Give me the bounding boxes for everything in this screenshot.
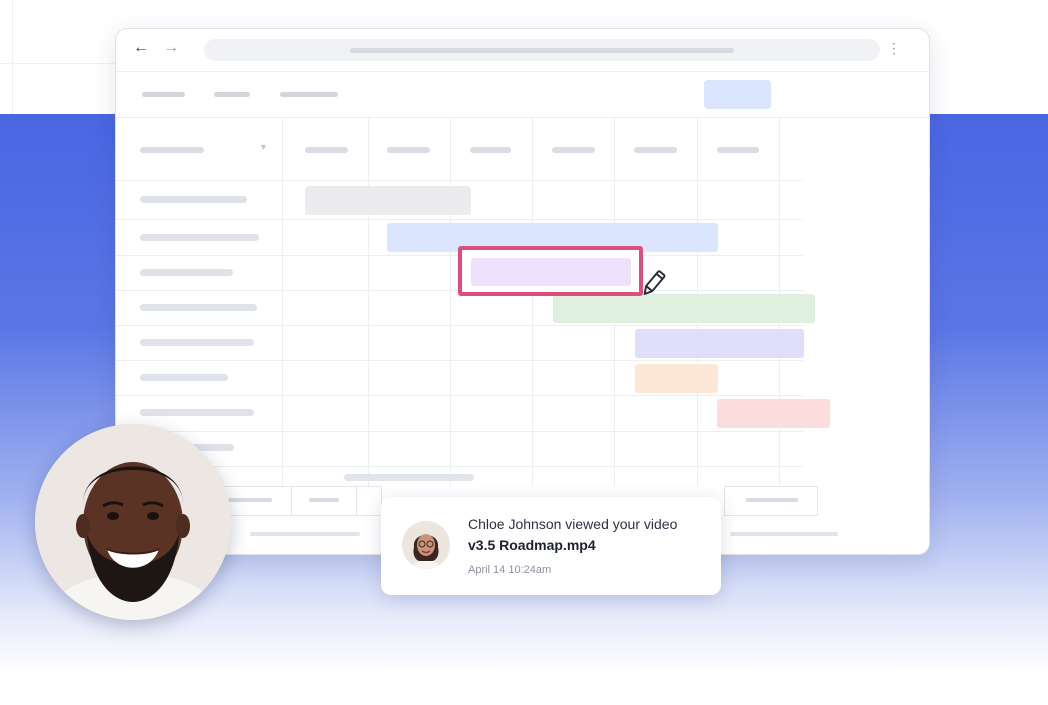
toolbar-action-button[interactable] [704, 80, 771, 109]
column-header-date [634, 147, 677, 153]
column-header-date [552, 147, 595, 153]
task-row-label[interactable] [140, 269, 233, 276]
notification-timestamp: April 14 10:24am [468, 564, 552, 576]
column-header-date [470, 147, 511, 153]
user-avatar [35, 424, 231, 620]
task-row-label[interactable] [140, 409, 254, 416]
selected-task-highlight[interactable] [458, 246, 643, 296]
activity-notification[interactable]: Chloe Johnson viewed your video v3.5 Roa… [381, 497, 721, 595]
file-name[interactable]: v3.5 Roadmap.mp4 [468, 537, 596, 553]
toolbar-item[interactable] [214, 92, 250, 97]
notification-text: Chloe Johnson viewed your video [468, 516, 678, 532]
browser-chrome: ← → ⋮ [116, 29, 929, 71]
task-row-label[interactable] [140, 196, 247, 203]
gantt-grid: ▼ [116, 117, 929, 554]
address-bar[interactable] [204, 39, 880, 61]
column-header-date [305, 147, 348, 153]
toolbar-item[interactable] [280, 92, 338, 97]
task-row-label[interactable] [140, 374, 228, 381]
task-row-label[interactable] [140, 339, 254, 346]
url-placeholder [350, 48, 734, 53]
gantt-bar[interactable] [635, 329, 804, 358]
task-row-label[interactable] [140, 234, 259, 241]
column-header-task[interactable] [140, 147, 204, 153]
notification-avatar [402, 521, 450, 569]
gantt-bar[interactable] [635, 364, 718, 393]
chevron-down-icon[interactable]: ▼ [259, 142, 268, 152]
notification-message: Chloe Johnson viewed your video v3.5 Roa… [468, 514, 708, 556]
pencil-icon [643, 270, 666, 295]
horizontal-scrollbar[interactable] [344, 474, 474, 481]
column-header-date [387, 147, 430, 153]
forward-arrow-icon[interactable]: → [163, 39, 179, 57]
app-toolbar [116, 71, 929, 117]
more-menu-icon[interactable]: ⋮ [887, 40, 901, 56]
gantt-bar[interactable] [471, 258, 631, 286]
column-header-date [717, 147, 759, 153]
gantt-bar[interactable] [717, 399, 830, 428]
toolbar-item[interactable] [142, 92, 185, 97]
back-arrow-icon[interactable]: ← [133, 39, 149, 57]
gantt-bar[interactable] [305, 186, 471, 215]
task-row-label[interactable] [140, 304, 257, 311]
gantt-bar[interactable] [553, 294, 815, 323]
